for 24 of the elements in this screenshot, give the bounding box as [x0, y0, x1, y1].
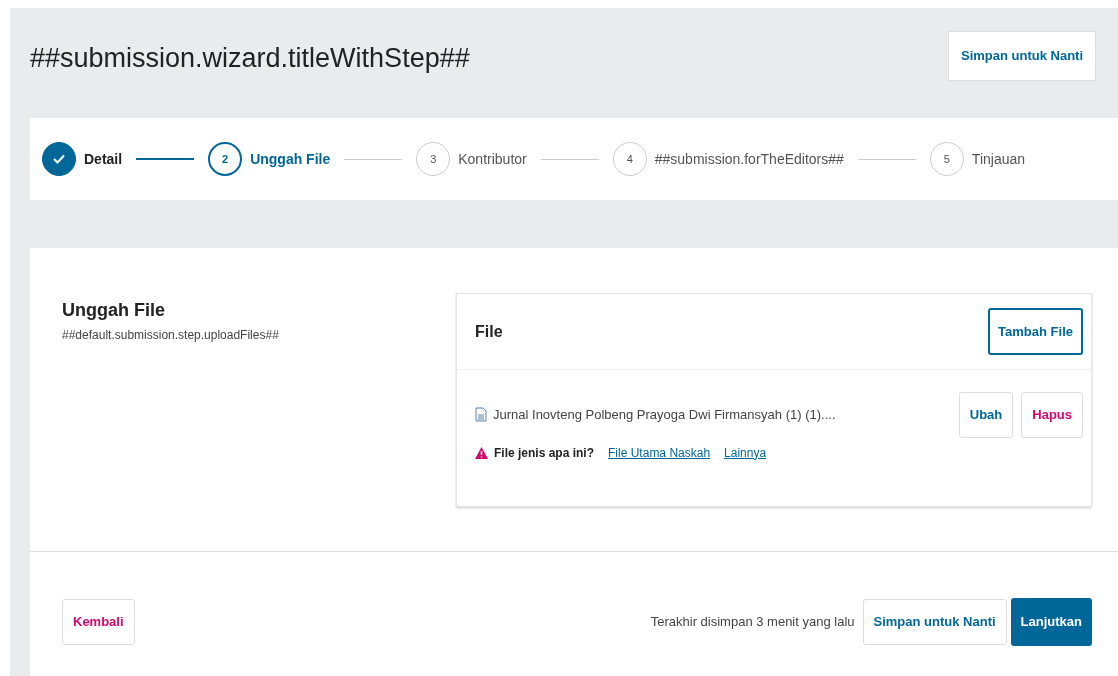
- section-description: ##default.submission.step.uploadFiles##: [62, 326, 280, 344]
- genre-link[interactable]: Lainnya: [724, 443, 767, 462]
- save-for-later-button[interactable]: Simpan untuk Nanti: [862, 599, 1007, 645]
- back-button[interactable]: Kembali: [62, 599, 135, 645]
- step-tab[interactable]: 3 Kontributor: [416, 142, 527, 176]
- continue-button[interactable]: Lanjutkan: [1010, 598, 1092, 646]
- warning-text: File jenis apa ini?: [494, 444, 595, 462]
- panel-title: File: [475, 321, 503, 342]
- step-tab[interactable]: 2 Unggah File: [208, 142, 331, 176]
- warning-icon: [475, 446, 488, 459]
- step-tab[interactable]: 5 Tinjauan: [929, 142, 1026, 176]
- document-icon: [475, 407, 487, 423]
- section-title: Unggah File: [62, 300, 166, 322]
- file-name: Jurnal Inovteng Polbeng Prayoga Dwi Firmansyah (1) (1)....: [493, 406, 836, 424]
- genre-link[interactable]: File Utama Naskah: [608, 443, 711, 462]
- step-tab[interactable]: Detail: [42, 142, 123, 176]
- add-file-button[interactable]: Tambah File: [988, 307, 1083, 356]
- delete-button[interactable]: Hapus: [1021, 392, 1083, 438]
- page-title: ##submission.wizard.titleWithStep##: [30, 41, 471, 75]
- edit-button[interactable]: Ubah: [958, 392, 1014, 438]
- check-icon: [53, 154, 65, 164]
- last-saved-text: Terakhir disimpan 3 menit yang lalu: [650, 613, 855, 631]
- save-for-later-button[interactable]: Simpan untuk Nanti: [948, 31, 1097, 81]
- step-tab[interactable]: 4 ##submission.forTheEditors##: [612, 142, 844, 176]
